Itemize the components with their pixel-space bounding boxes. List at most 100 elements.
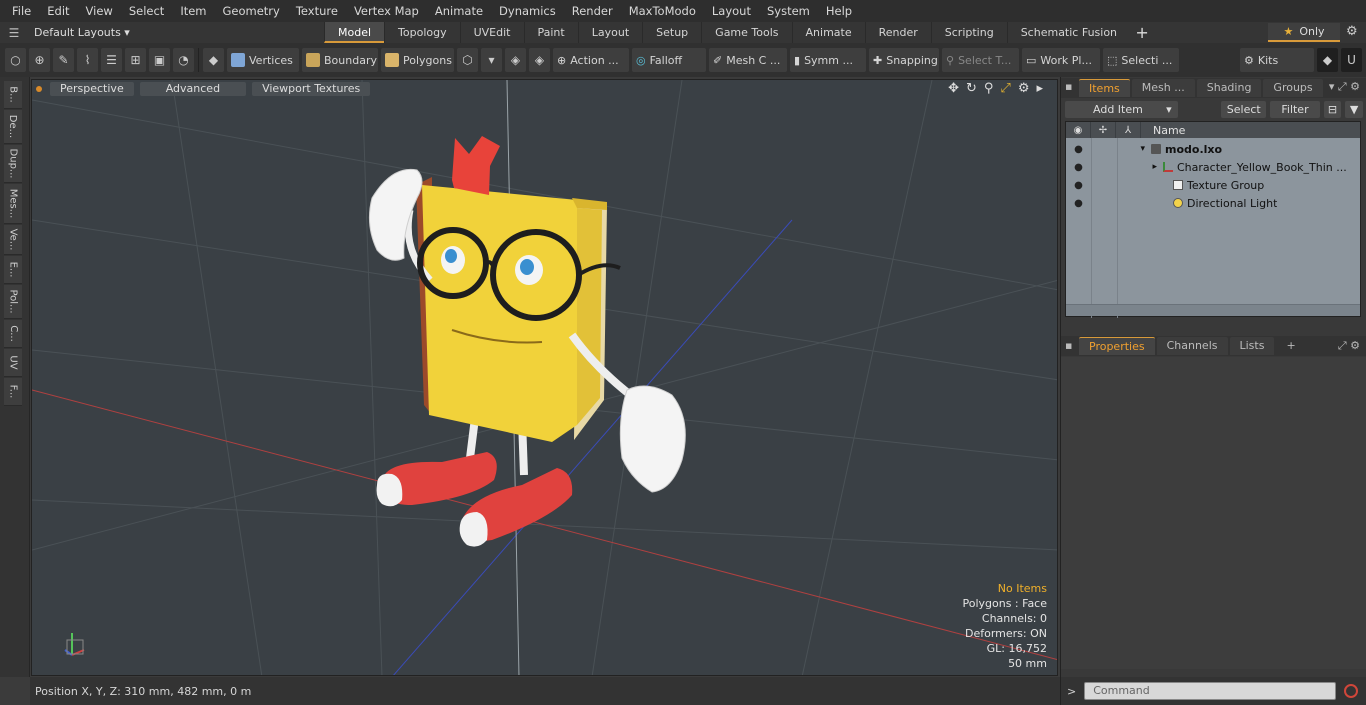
expand-arrow-icon[interactable]: ▸ <box>1091 162 1163 172</box>
orbit-icon[interactable]: ↻ <box>966 81 977 96</box>
select-circle-icon[interactable]: ○ <box>5 48 26 72</box>
left-tab-uv[interactable]: UV <box>4 349 22 377</box>
box-select-icon[interactable]: ▣ <box>149 48 170 72</box>
tab-mesh[interactable]: Mesh ... <box>1131 79 1195 97</box>
grid-icon[interactable]: ⊞ <box>125 48 146 72</box>
expand-arrow-icon[interactable]: ▾ <box>1091 144 1151 154</box>
item-mode-icon[interactable]: ◆ <box>203 48 224 72</box>
funnel-icon[interactable]: ▼ <box>1345 100 1363 118</box>
falloff-button[interactable]: ◎ Falloff <box>632 48 706 72</box>
boundary-button[interactable]: Boundary <box>302 48 378 72</box>
menu-render[interactable]: Render <box>564 0 621 22</box>
menu-maxtomodo[interactable]: MaxToModo <box>621 0 704 22</box>
tab-items[interactable]: Items <box>1079 79 1130 97</box>
book-character[interactable] <box>368 136 686 547</box>
tab-layout[interactable]: Layout <box>577 22 642 43</box>
unreal-icon[interactable]: U <box>1341 48 1362 72</box>
selection-sets-button[interactable]: ⬚ Selecti ... <box>1103 48 1179 72</box>
panel-options-icon[interactable]: ▾ ⤢ ⚙ <box>1329 80 1360 94</box>
select-through-button[interactable]: ⚲ Select T... <box>942 48 1019 72</box>
tab-topology[interactable]: Topology <box>384 22 460 43</box>
menu-system[interactable]: System <box>759 0 818 22</box>
material-icon[interactable]: ⬡ <box>457 48 478 72</box>
symmetry-button[interactable]: ▮ Symm ... <box>790 48 866 72</box>
tab-game-tools[interactable]: Game Tools <box>701 22 791 43</box>
tab-groups[interactable]: Groups <box>1263 79 1323 97</box>
left-tab-curve[interactable]: C... <box>4 320 22 348</box>
props-menu-icon[interactable]: ▪ <box>1065 339 1072 352</box>
polygons-button[interactable]: Polygons <box>381 48 454 72</box>
paint-select-icon[interactable]: ⌇ <box>77 48 98 72</box>
globe-icon[interactable]: ⊕ <box>29 48 50 72</box>
tab-scripting[interactable]: Scripting <box>930 22 1007 43</box>
action-center-button[interactable]: ⊕ Action ... <box>553 48 629 72</box>
zoom-icon[interactable]: ⚲ <box>984 81 994 96</box>
viewport-gear-icon[interactable]: ⚙ <box>1018 81 1030 96</box>
tree-row-texture-group[interactable]: ● Texture Group <box>1066 176 1360 194</box>
eye-icon[interactable]: ● <box>1066 144 1091 155</box>
menu-view[interactable]: View <box>78 0 121 22</box>
item-list[interactable]: ◉ ✢ ⅄ Name ● ▾ modo.lxo ● ▸ Character_Ye… <box>1065 121 1361 318</box>
viewport-scene[interactable] <box>32 80 1058 676</box>
rotate-icon[interactable]: ◔ <box>173 48 194 72</box>
record-macro-icon[interactable] <box>1344 684 1359 698</box>
tab-render[interactable]: Render <box>864 22 931 43</box>
tree-row-scene[interactable]: ● ▾ modo.lxo <box>1066 140 1360 158</box>
menu-help[interactable]: Help <box>818 0 860 22</box>
perspective-button[interactable]: Perspective <box>50 82 134 96</box>
advanced-button[interactable]: Advanced <box>139 82 247 96</box>
tab-schematic-fusion[interactable]: Schematic Fusion <box>1006 22 1130 43</box>
tab-channels[interactable]: Channels <box>1156 337 1228 355</box>
command-input[interactable]: Command <box>1084 682 1337 700</box>
props-options-icon[interactable]: ⤢ ⚙ <box>1338 339 1360 353</box>
menu-dynamics[interactable]: Dynamics <box>491 0 564 22</box>
eye-icon[interactable]: ● <box>1066 162 1091 173</box>
visibility-column-icon[interactable]: ◉ <box>1066 122 1091 138</box>
filter-button[interactable]: Filter <box>1270 100 1320 118</box>
mesh-constraint-button[interactable]: ✐ Mesh C ... <box>709 48 787 72</box>
snapping-button[interactable]: ✚ Snapping <box>869 48 939 72</box>
left-tab-polygon[interactable]: Pol... <box>4 285 22 319</box>
symmetry-cube-icon[interactable]: ◈ <box>505 48 526 72</box>
menu-animate[interactable]: Animate <box>427 0 491 22</box>
tree-row-directional-light[interactable]: ● Directional Light <box>1066 194 1360 212</box>
tab-setup[interactable]: Setup <box>642 22 701 43</box>
viewport-menu-dot-icon[interactable] <box>36 86 42 92</box>
unity-icon[interactable]: ◆ <box>1317 48 1338 72</box>
viewport-textures-button[interactable]: Viewport Textures <box>252 82 371 96</box>
left-tab-deform[interactable]: De... <box>4 110 22 144</box>
menu-item[interactable]: Item <box>172 0 214 22</box>
left-tab-duplicate[interactable]: Dup... <box>4 145 22 183</box>
kits-button[interactable]: ⚙ Kits <box>1240 48 1314 72</box>
panel-menu-icon[interactable]: ▪ <box>1065 80 1072 93</box>
gear-icon[interactable]: ⚙ <box>1346 25 1360 39</box>
lasso-icon[interactable]: ✎ <box>53 48 74 72</box>
tab-shading[interactable]: Shading <box>1196 79 1262 97</box>
pan-icon[interactable]: ✥ <box>948 81 959 96</box>
tab-uvedit[interactable]: UVEdit <box>459 22 524 43</box>
lock-column-icon[interactable]: ✢ <box>1091 122 1116 138</box>
tab-lists[interactable]: Lists <box>1229 337 1275 355</box>
menu-file[interactable]: File <box>4 0 39 22</box>
viewport-expand-icon[interactable]: ▸ <box>1036 81 1043 96</box>
menu-vertex-map[interactable]: Vertex Map <box>346 0 427 22</box>
eye-icon[interactable]: ● <box>1066 198 1091 209</box>
tree-row-mesh[interactable]: ● ▸ Character_Yellow_Book_Thin ... <box>1066 158 1360 176</box>
left-tab-vertex[interactable]: Ve... <box>4 225 22 255</box>
select-button[interactable]: Select <box>1221 100 1267 118</box>
menu-texture[interactable]: Texture <box>288 0 346 22</box>
3d-viewport[interactable]: Perspective Advanced Viewport Textures ✥… <box>31 79 1058 676</box>
only-button[interactable]: ★ Only <box>1268 23 1340 42</box>
left-tab-basic[interactable]: B... <box>4 81 22 109</box>
tab-properties[interactable]: Properties <box>1079 337 1155 355</box>
layout-menu-icon[interactable]: ☰ <box>4 22 24 43</box>
tab-animate[interactable]: Animate <box>791 22 865 43</box>
add-tab-button[interactable]: + <box>1130 22 1154 43</box>
left-tab-mesh-edit[interactable]: Mes... <box>4 184 22 224</box>
tab-model[interactable]: Model <box>324 22 385 43</box>
horizontal-scrollbar[interactable] <box>1066 304 1360 316</box>
fit-icon[interactable]: ⤢ <box>1000 81 1010 96</box>
left-tab-edge[interactable]: E... <box>4 256 22 284</box>
menu-layout[interactable]: Layout <box>704 0 759 22</box>
layout-select[interactable]: Default Layouts ▾ <box>34 26 324 39</box>
